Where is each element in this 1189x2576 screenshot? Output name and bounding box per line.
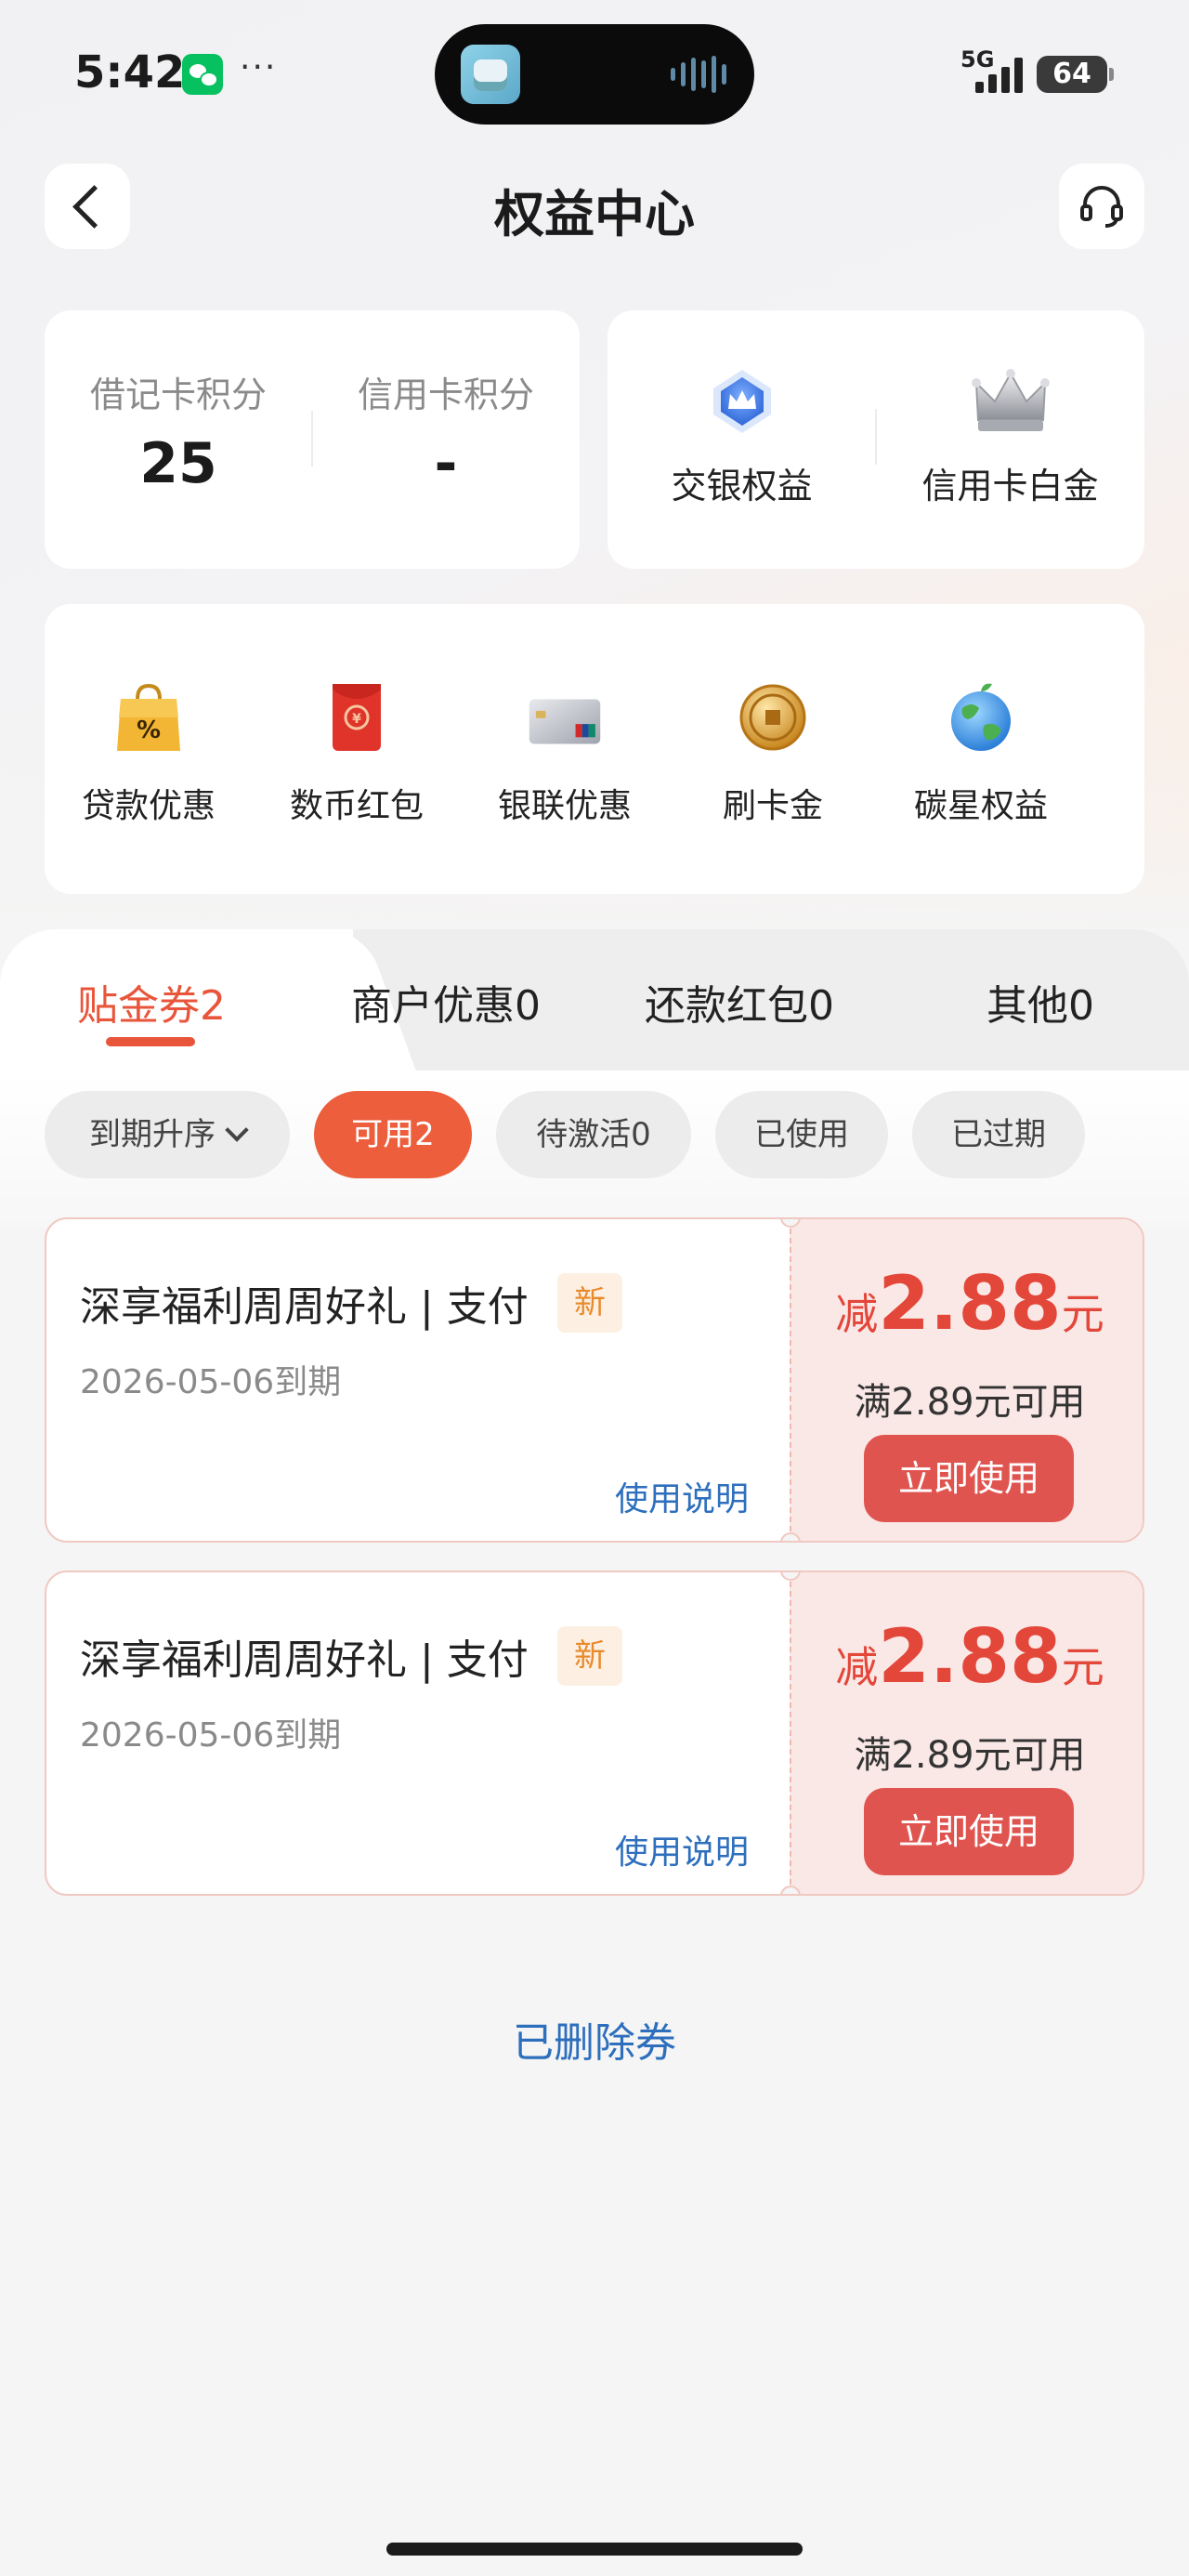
use-now-button[interactable]: 立即使用 bbox=[864, 1788, 1074, 1875]
coupon-tabs: 贴金券2 商户优惠0 还款红包0 其他0 bbox=[0, 929, 1189, 1071]
tab-merchant-offers[interactable]: 商户优惠0 bbox=[334, 972, 557, 1032]
shortcut-card-cash-label: 刷卡金 bbox=[722, 787, 823, 825]
status-time: 5:42 bbox=[74, 46, 186, 99]
headset-icon bbox=[1080, 186, 1123, 228]
benefit-bocom[interactable]: 交银权益 bbox=[608, 366, 876, 508]
filter-expired[interactable]: 已过期 bbox=[912, 1091, 1085, 1178]
filter-pending-activation[interactable]: 待激活0 bbox=[496, 1091, 691, 1178]
coupon-condition: 满2.89元可用 bbox=[854, 1381, 1086, 1424]
filter-used[interactable]: 已使用 bbox=[715, 1091, 888, 1178]
shopping-bag-percent-icon: % bbox=[117, 683, 180, 751]
shortcut-digital-red-packet-label: 数币红包 bbox=[289, 787, 424, 825]
coupon-card[interactable]: 深享福利周周好礼 | 支付 新 2026-05-06到期 使用说明 减2.88元… bbox=[45, 1571, 1144, 1896]
coupon-value-panel: 减2.88元 满2.89元可用 立即使用 bbox=[790, 1572, 1143, 1894]
wechat-icon bbox=[182, 54, 223, 95]
coupon-card[interactable]: 深享福利周周好礼 | 支付 新 2026-05-06到期 使用说明 减2.88元… bbox=[45, 1217, 1144, 1543]
deleted-coupons-link[interactable]: 已删除券 bbox=[0, 2009, 1189, 2069]
sort-dropdown[interactable]: 到期升序 bbox=[45, 1091, 290, 1178]
use-now-button[interactable]: 立即使用 bbox=[864, 1435, 1074, 1522]
amount-unit: 元 bbox=[1061, 1289, 1104, 1339]
credit-points[interactable]: 信用卡积分 - bbox=[312, 310, 580, 569]
coupon-title: 深享福利周周好礼 | 支付 bbox=[80, 1636, 529, 1684]
page-title: 权益中心 bbox=[494, 185, 695, 243]
amount-unit: 元 bbox=[1061, 1642, 1104, 1692]
coupon-expiry: 2026-05-06到期 bbox=[80, 1363, 342, 1401]
usage-guide-link[interactable]: 使用说明 bbox=[615, 1472, 749, 1520]
coupon-amount: 减2.88元 bbox=[791, 1613, 1143, 1700]
shortcut-loan-label: 贷款优惠 bbox=[81, 787, 216, 825]
coupon-amount: 减2.88元 bbox=[791, 1260, 1143, 1347]
home-indicator bbox=[386, 2543, 803, 2556]
shortcut-card-cash[interactable]: 刷卡金 bbox=[669, 680, 877, 827]
tab-other[interactable]: 其他0 bbox=[966, 972, 1115, 1032]
tab-repayment-red-packet[interactable]: 还款红包0 bbox=[628, 972, 851, 1032]
amount-prefix: 减 bbox=[835, 1642, 879, 1692]
signal-icon bbox=[975, 56, 1027, 93]
chevron-down-icon bbox=[225, 1118, 249, 1142]
blue-crown-icon bbox=[712, 370, 771, 433]
silver-crown-icon bbox=[971, 369, 1050, 431]
coupon-value-panel: 减2.88元 满2.89元可用 立即使用 bbox=[790, 1219, 1143, 1541]
shortcut-carbon-star-label: 碳星权益 bbox=[913, 787, 1048, 825]
shortcut-unionpay[interactable]: 银联优惠 bbox=[461, 680, 669, 827]
new-badge: 新 bbox=[557, 1626, 622, 1686]
island-app-icon bbox=[461, 45, 520, 104]
benefit-platinum[interactable]: 信用卡白金 bbox=[876, 366, 1144, 508]
svg-text:¥: ¥ bbox=[352, 712, 361, 727]
customer-service-button[interactable] bbox=[1059, 164, 1144, 249]
tab-underline bbox=[106, 1037, 195, 1046]
more-dots-icon: ··· bbox=[240, 48, 278, 86]
usage-guide-link[interactable]: 使用说明 bbox=[615, 1825, 749, 1873]
amount-value: 2.88 bbox=[878, 1613, 1062, 1700]
debit-points-label: 借记卡积分 bbox=[89, 375, 267, 415]
shortcut-carbon-star[interactable]: 碳星权益 bbox=[877, 680, 1085, 827]
audio-wave-icon bbox=[671, 54, 726, 95]
filter-available[interactable]: 可用2 bbox=[314, 1091, 472, 1178]
credit-points-label: 信用卡积分 bbox=[357, 375, 534, 415]
coupon-expiry: 2026-05-06到期 bbox=[80, 1716, 342, 1755]
earth-globe-icon bbox=[951, 683, 1011, 751]
new-badge: 新 bbox=[557, 1273, 622, 1333]
benefit-platinum-label: 信用卡白金 bbox=[921, 466, 1099, 506]
debit-points-value: 25 bbox=[139, 431, 217, 496]
amount-prefix: 减 bbox=[835, 1289, 879, 1339]
shortcut-loan[interactable]: % 贷款优惠 bbox=[45, 680, 253, 827]
benefits-card: 交银权益 信用卡白金 bbox=[608, 310, 1144, 569]
coupon-title: 深享福利周周好礼 | 支付 bbox=[80, 1283, 529, 1331]
unionpay-card-icon bbox=[529, 699, 601, 744]
amount-value: 2.88 bbox=[878, 1260, 1062, 1347]
credit-points-value: - bbox=[434, 431, 458, 496]
shortcut-digital-red-packet[interactable]: ¥ 数币红包 bbox=[253, 680, 461, 827]
shortcut-unionpay-label: 银联优惠 bbox=[497, 787, 632, 825]
benefit-bocom-label: 交银权益 bbox=[671, 466, 813, 506]
tab-gold-coupon[interactable]: 贴金券2 bbox=[56, 972, 247, 1032]
points-card: 借记卡积分 25 信用卡积分 - bbox=[45, 310, 580, 569]
svg-text:%: % bbox=[137, 716, 161, 744]
shortcuts-card: % 贷款优惠 ¥ 数币红包 银联优惠 刷卡金 碳星权益 bbox=[45, 604, 1144, 894]
sort-label: 到期升序 bbox=[89, 1116, 216, 1153]
debit-points[interactable]: 借记卡积分 25 bbox=[45, 310, 312, 569]
battery-icon: 64 bbox=[1037, 56, 1114, 93]
gold-coin-icon bbox=[739, 684, 806, 751]
coupon-condition: 满2.89元可用 bbox=[854, 1734, 1086, 1777]
red-envelope-icon: ¥ bbox=[333, 684, 381, 751]
